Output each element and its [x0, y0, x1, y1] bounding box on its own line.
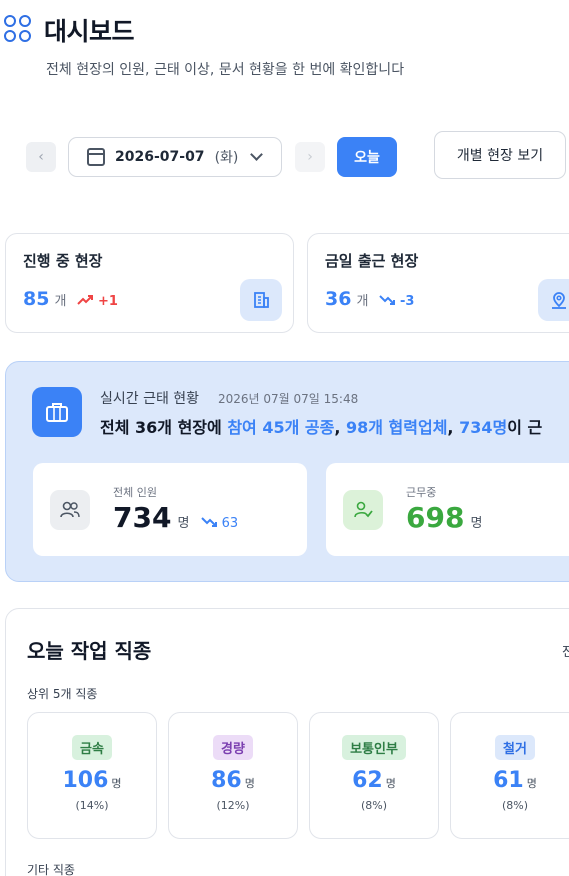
trade-count-unit: 명: [244, 777, 255, 790]
summary-partners: 98개 협력업체: [345, 418, 448, 437]
realtime-timestamp: 2026년 07월 07일 15:48: [218, 392, 359, 406]
top-trades-label: 상위 5개 직종: [27, 687, 98, 701]
trade-count: 106 명: [28, 768, 156, 793]
trade-count-unit: 명: [385, 777, 396, 790]
briefcase-icon: [32, 387, 82, 437]
day-of-week: (화): [214, 150, 239, 166]
stat-card-active-sites: 진행 중 현장 85 개 +1: [5, 233, 294, 333]
page-subtitle: 전체 현장의 인원, 근태 이상, 문서 현황을 한 번에 확인합니다: [46, 62, 405, 78]
trade-percent: (14%): [75, 799, 109, 812]
trend-down-icon: [379, 295, 396, 305]
summary-trades: 참여 45개 공종: [227, 418, 335, 437]
worktype-title: 오늘 작업 직종: [27, 639, 152, 663]
trade-card[interactable]: 보통인부 62 명 (8%): [309, 712, 439, 839]
other-trades-label: 기타 직종: [27, 863, 75, 876]
trade-count-number: 106: [62, 768, 109, 793]
summary-sep: ,: [447, 418, 460, 437]
trade-count: 86 명: [169, 768, 297, 793]
trade-percent: (12%): [216, 799, 250, 812]
stat-label: 진행 중 현장: [23, 252, 103, 270]
trend-value: 63: [221, 516, 239, 531]
total-workers-card: 전체 인원 734 명 63: [33, 463, 307, 556]
summary-sep: 에: [207, 418, 228, 437]
stat-value: 85 개 +1: [23, 288, 118, 310]
working-now-unit: 명: [470, 516, 483, 531]
trade-badge: 금속: [72, 735, 112, 760]
date-toolbar: ‹ 2026-07-07 (화) › 오늘 개별 현장 보기: [0, 131, 569, 182]
dashboard-grid-icon: [4, 15, 34, 45]
chevron-right-icon: ›: [307, 149, 313, 165]
summary-workers: 734명: [459, 418, 508, 437]
stat-unit: 개: [356, 294, 369, 309]
summary-sites: 전체 36개 현장: [100, 418, 208, 437]
working-now-value: 698 명: [406, 501, 482, 534]
trade-percent: (8%): [360, 799, 388, 812]
page-header: 대시보드: [4, 12, 135, 48]
worktype-panel: 오늘 작업 직종 전 상위 5개 직종 금속 106 명 (14%) 경량 86 명…: [5, 608, 569, 876]
stat-value: 36 개 -3: [325, 288, 414, 310]
stat-unit: 개: [54, 294, 67, 309]
today-button[interactable]: 오늘: [337, 137, 397, 177]
page-title: 대시보드: [44, 17, 135, 46]
stat-number: 36: [325, 288, 352, 310]
trade-card[interactable]: 금속 106 명 (14%): [27, 712, 157, 839]
working-now-label: 근무중: [406, 486, 437, 499]
trade-badge: 보통인부: [342, 735, 406, 760]
stat-label: 금일 출근 현장: [325, 252, 419, 270]
trade-count: 62 명: [310, 768, 438, 793]
chevron-left-icon: ‹: [38, 149, 44, 165]
total-workers-trend: 63: [201, 516, 238, 531]
trade-card[interactable]: 철거 61 명 (8%): [450, 712, 569, 839]
prev-date-button[interactable]: ‹: [26, 142, 56, 172]
summary-sep: ,: [334, 418, 346, 437]
date-picker[interactable]: 2026-07-07 (화): [68, 137, 282, 177]
trade-card[interactable]: 경량 86 명 (12%): [168, 712, 298, 839]
stat-card-today-sites: 금일 출근 현장 36 개 -3: [307, 233, 569, 333]
map-pin-icon: [538, 279, 569, 321]
trend-up-badge: +1: [77, 294, 118, 309]
working-now-number: 698: [406, 501, 465, 534]
trend-up-icon: [77, 295, 94, 305]
trend-value: +1: [97, 294, 118, 309]
realtime-summary: 전체 36개 현장에 참여 45개 공종, 98개 협력업체, 734명이 근: [100, 414, 542, 438]
total-workers-value: 734 명 63: [113, 501, 238, 534]
total-workers-label: 전체 인원: [113, 486, 157, 499]
next-date-button[interactable]: ›: [295, 142, 325, 172]
trade-count-number: 61: [493, 768, 524, 793]
building-icon: [240, 279, 282, 321]
worktype-view-all-link[interactable]: 전: [562, 641, 569, 660]
trade-count-number: 62: [352, 768, 383, 793]
working-now-card: 근무중 698 명: [326, 463, 569, 556]
trade-badge: 경량: [213, 735, 253, 760]
chevron-down-icon: [250, 148, 264, 161]
trade-badge: 철거: [495, 735, 535, 760]
date-value: 2026-07-07: [115, 149, 205, 165]
site-view-button[interactable]: 개별 현장 보기: [434, 131, 566, 179]
trade-count-unit: 명: [111, 777, 122, 790]
users-icon: [50, 490, 90, 530]
trade-count: 61 명: [451, 768, 569, 793]
realtime-title: 실시간 근태 현황: [100, 391, 200, 407]
user-check-icon: [343, 490, 383, 530]
trend-down-icon: [201, 517, 218, 527]
realtime-attendance-panel: 실시간 근태 현황 2026년 07월 07일 15:48 전체 36개 현장에…: [5, 361, 569, 582]
summary-tail: 이 근: [507, 418, 543, 437]
trade-percent: (8%): [501, 799, 529, 812]
trade-count-unit: 명: [526, 777, 537, 790]
trend-value: -3: [399, 294, 415, 309]
total-workers-unit: 명: [177, 516, 190, 531]
total-workers-number: 734: [113, 501, 172, 534]
trend-down-badge: -3: [379, 294, 414, 309]
calendar-icon: [87, 148, 105, 166]
trade-count-number: 86: [211, 768, 242, 793]
stat-number: 85: [23, 288, 50, 310]
